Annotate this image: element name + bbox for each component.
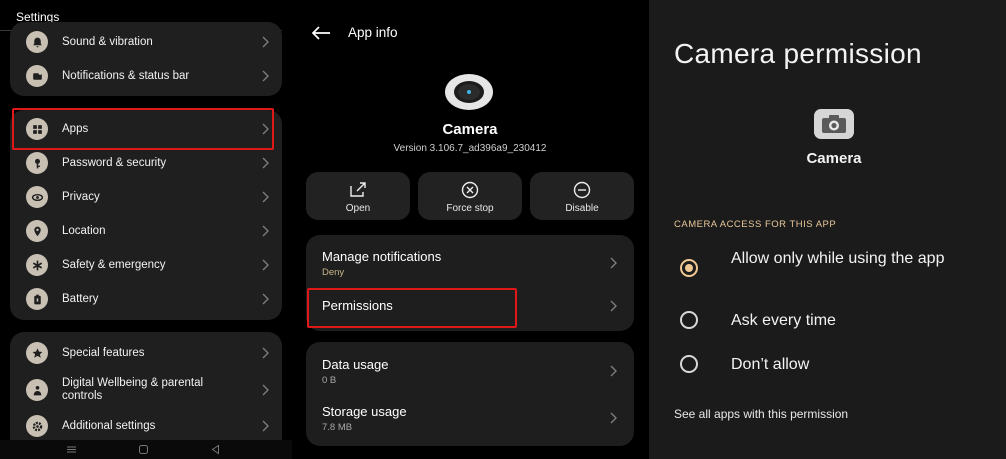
settings-item-label: Additional settings [62,419,156,432]
settings-item-privacy[interactable]: Privacy [10,183,282,211]
data-usage-item[interactable]: Data usage 0 B [306,342,634,394]
menu-nav-icon[interactable] [66,444,77,455]
chevron-right-icon [262,384,269,396]
app-info-title: App info [348,25,398,40]
option-allow-while-using[interactable]: Allow only while using the app [649,246,1006,292]
settings-item-label: Privacy [62,190,100,203]
location-pin-icon [26,220,48,242]
chevron-right-icon [610,257,617,269]
home-nav-icon[interactable] [138,444,149,455]
settings-item-additional-settings[interactable]: Additional settings [10,412,282,440]
chevron-right-icon [262,293,269,305]
asterisk-icon [26,254,48,276]
radio-unselected[interactable] [680,355,698,373]
settings-item-safety-emergency[interactable]: Safety & emergency [10,251,282,279]
settings-item-special-features[interactable]: Special features [10,339,282,367]
app-info-screen: App info Camera Version 3.106.7_ad396a9_… [292,0,649,459]
settings-group-sound: Sound & vibration Notifications & status… [10,22,282,96]
settings-item-label: Special features [62,346,145,359]
star-icon [26,342,48,364]
data-usage-title: Data usage [322,357,389,372]
settings-item-digital-wellbeing[interactable]: Digital Wellbeing & parental controls [10,375,282,405]
chevron-right-icon [610,365,617,377]
data-usage-value: 0 B [322,375,337,386]
settings-item-label: Safety & emergency [62,258,166,271]
storage-usage-title: Storage usage [322,404,407,419]
battery-icon [26,288,48,310]
option-label: Don’t allow [731,356,810,373]
settings-item-label: Battery [62,292,99,305]
force-stop-icon [461,181,479,199]
permission-title: Camera permission [674,38,922,69]
chevron-right-icon [262,225,269,237]
chevron-right-icon [262,157,269,169]
settings-item-notifications-status-bar[interactable]: Notifications & status bar [10,62,282,90]
manage-notifications-title: Manage notifications [322,249,442,264]
chevron-right-icon [610,300,617,312]
permissions-highlight-box [307,288,517,328]
settings-item-label: Notifications & status bar [62,69,190,82]
settings-screen: Settings Sound & vibration Notifications… [0,0,292,459]
radio-selected[interactable] [680,259,698,277]
app-version: Version 3.106.7_ad396a9_230412 [393,143,547,154]
storage-usage-value: 7.8 MB [322,422,353,433]
settings-item-label: Digital Wellbeing & parental controls [62,377,204,402]
back-arrow-icon[interactable] [310,24,332,42]
settings-item-location[interactable]: Location [10,217,282,245]
radio-unselected[interactable] [680,311,698,329]
app-name: Camera [442,121,498,138]
force-stop-button[interactable]: Force stop [418,172,522,220]
settings-item-label: Location [62,224,106,237]
settings-group-features: Special features Digital Wellbeing & par… [10,332,282,452]
disable-label: Disable [565,203,599,214]
manage-notifications-status: Deny [322,267,345,278]
settings-item-battery[interactable]: Battery [10,285,282,313]
camera-app-icon [814,109,854,139]
chevron-right-icon [262,36,269,48]
privacy-icon [26,186,48,208]
permission-app-name: Camera [806,150,862,167]
storage-usage-item[interactable]: Storage usage 7.8 MB [306,394,634,446]
chevron-right-icon [262,420,269,432]
open-label: Open [345,203,371,214]
disable-button[interactable]: Disable [530,172,634,220]
chevron-right-icon [262,191,269,203]
key-icon [26,152,48,174]
open-button[interactable]: Open [306,172,410,220]
chevron-right-icon [262,70,269,82]
chevron-right-icon [262,347,269,359]
camera-permission-screen: Camera permission Camera CAMERA ACCESS F… [649,0,1006,459]
camera-app-icon [445,74,493,110]
option-ask-every-time[interactable]: Ask every time [649,306,1006,336]
settings-item-password-security[interactable]: Password & security [10,149,282,177]
manage-notifications-item[interactable]: Manage notifications Deny [306,235,634,287]
back-nav-icon[interactable] [210,444,221,455]
see-all-apps-link[interactable]: See all apps with this permission [674,407,848,421]
navigation-bar [0,440,292,459]
settings-item-sound-vibration[interactable]: Sound & vibration [10,28,282,56]
settings-item-label: Sound & vibration [62,35,153,48]
notification-icon [26,65,48,87]
usage-card: Data usage 0 B Storage usage 7.8 MB [306,342,634,446]
chevron-right-icon [610,412,617,424]
section-header: CAMERA ACCESS FOR THIS APP [674,219,837,230]
force-stop-label: Force stop [446,203,494,214]
disable-icon [573,181,591,199]
open-external-icon [350,182,366,197]
option-label: Allow only while using the app [731,250,945,267]
gear-icon [26,415,48,437]
bell-icon [26,31,48,53]
option-label: Ask every time [731,312,836,329]
chevron-right-icon [262,259,269,271]
option-dont-allow[interactable]: Don’t allow [649,350,1006,380]
settings-item-label: Password & security [62,156,167,169]
apps-highlight-box [12,108,274,150]
wellbeing-icon [26,379,48,401]
